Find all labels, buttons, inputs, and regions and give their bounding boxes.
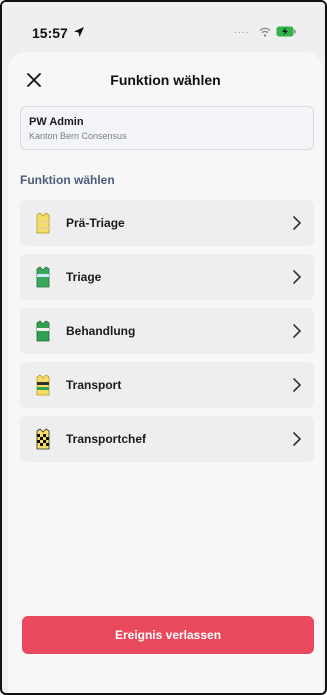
vest-checker-icon bbox=[36, 428, 50, 450]
chevron-right-icon bbox=[293, 270, 302, 284]
chevron-right-icon bbox=[293, 216, 302, 230]
vest-yellow-stripe-icon bbox=[36, 374, 50, 396]
function-item-transport[interactable]: Transport bbox=[20, 362, 314, 408]
vest-green-stripe-icon bbox=[36, 320, 50, 342]
chevron-right-icon bbox=[293, 324, 302, 338]
section-title: Funktion wählen bbox=[20, 173, 115, 187]
vest-green-icon bbox=[36, 266, 50, 288]
function-label: Triage bbox=[66, 270, 102, 284]
chevron-right-icon bbox=[293, 432, 302, 446]
vest-yellow-icon bbox=[36, 212, 50, 234]
signal-icon: .... bbox=[234, 25, 250, 36]
function-sheet: Funktion wählen PW Admin Kanton Bern Con… bbox=[8, 52, 323, 693]
function-label: Transportchef bbox=[66, 432, 147, 446]
account-card: PW Admin Kanton Bern Consensus bbox=[20, 106, 314, 150]
account-organization: Kanton Bern Consensus bbox=[29, 131, 127, 141]
sheet-title: Funktion wählen bbox=[110, 72, 221, 88]
function-item-behandlung[interactable]: Behandlung bbox=[20, 308, 314, 354]
function-item-triage[interactable]: Triage bbox=[20, 254, 314, 300]
function-label: Behandlung bbox=[66, 324, 136, 338]
status-time: 15:57 bbox=[32, 25, 68, 41]
status-bar: 15:57 .... bbox=[2, 2, 325, 58]
function-item-transportchef[interactable]: Transportchef bbox=[20, 416, 314, 462]
wifi-icon bbox=[259, 27, 271, 37]
function-label: Transport bbox=[66, 378, 122, 392]
chevron-right-icon bbox=[293, 378, 302, 392]
function-label: Prä-Triage bbox=[66, 216, 125, 230]
account-name: PW Admin bbox=[29, 116, 84, 128]
leave-event-button[interactable]: Ereignis verlassen bbox=[22, 616, 314, 654]
phone-frame: 15:57 .... Funktion wählen PW Admin Kant… bbox=[0, 0, 327, 695]
location-arrow-icon bbox=[74, 27, 84, 37]
function-item-pra-triage[interactable]: Prä-Triage bbox=[20, 200, 314, 246]
battery-charging-icon bbox=[276, 26, 296, 37]
